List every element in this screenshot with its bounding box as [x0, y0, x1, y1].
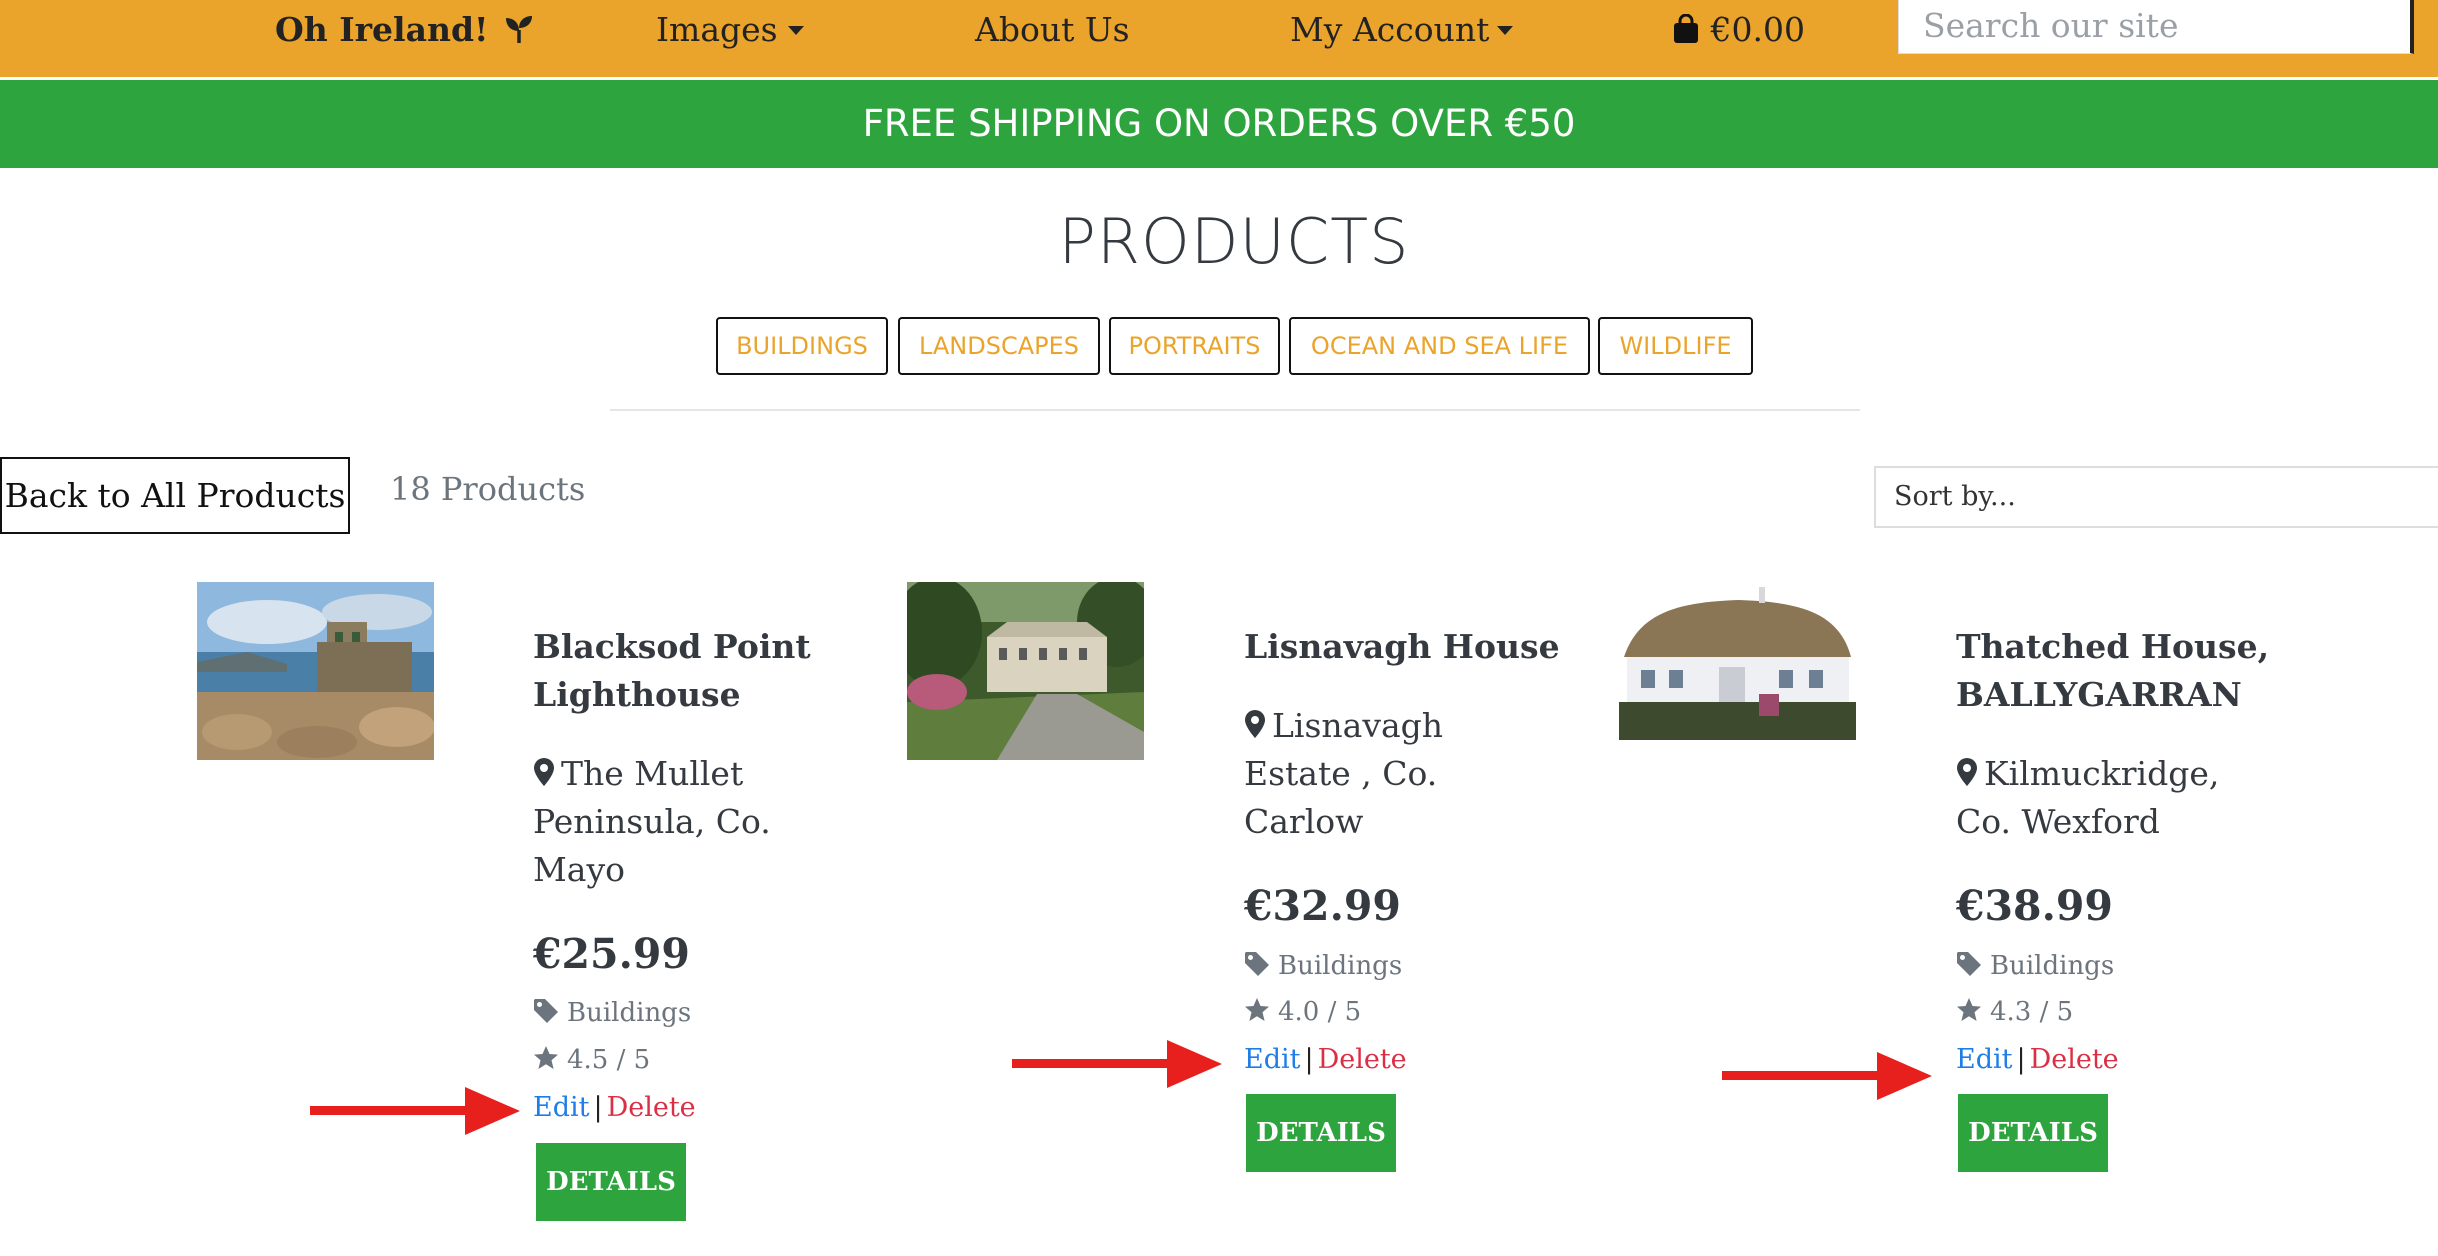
product-count: 18 Products — [390, 470, 586, 508]
annotation-arrow-icon — [1012, 1040, 1222, 1088]
map-marker-icon — [534, 758, 554, 786]
location-line: The Mullet — [561, 754, 744, 793]
tag-icon — [1957, 952, 1981, 976]
product-category[interactable]: Buildings — [1244, 951, 1402, 981]
product-admin-actions: Edit | Delete — [1956, 1044, 2119, 1075]
location-line: Kilmuckridge, — [1984, 754, 2220, 793]
nav-account-dropdown[interactable]: My Account — [1290, 10, 1514, 49]
chevron-down-icon — [787, 26, 804, 35]
product-image-lisnavagh-house[interactable] — [907, 582, 1144, 760]
product-image-blacksod-lighthouse[interactable] — [197, 582, 434, 760]
product-location: The Mullet Peninsula, Co. Mayo — [533, 750, 771, 894]
location-line: Peninsula, Co. — [533, 802, 771, 841]
product-name-line: Lisnavagh House — [1244, 627, 1560, 666]
separator: | — [2016, 1044, 2026, 1075]
delete-link[interactable]: Delete — [1318, 1044, 1407, 1075]
product-name-line: BALLYGARRAN — [1956, 675, 2242, 714]
location-line: Mayo — [533, 850, 625, 889]
details-button[interactable]: DETAILS — [1958, 1094, 2108, 1172]
product-name[interactable]: Thatched House, BALLYGARRAN — [1956, 623, 2269, 719]
product-location: Lisnavagh Estate , Co. Carlow — [1244, 702, 1443, 846]
product-price: €38.99 — [1956, 882, 2113, 930]
delete-link[interactable]: Delete — [2030, 1044, 2119, 1075]
location-line: Lisnavagh — [1272, 706, 1444, 745]
delete-link[interactable]: Delete — [607, 1092, 696, 1123]
cart-link[interactable]: €0.00 — [1672, 10, 1805, 49]
category-label: Buildings — [1990, 951, 2115, 981]
separator: | — [1304, 1044, 1314, 1075]
product-admin-actions: Edit | Delete — [1244, 1044, 1407, 1075]
category-wildlife-button[interactable]: WILDLIFE — [1598, 317, 1753, 375]
annotation-arrow-icon — [1722, 1052, 1932, 1100]
seedling-icon — [506, 16, 533, 43]
free-shipping-banner: FREE SHIPPING ON ORDERS OVER €50 — [0, 80, 2438, 168]
edit-link[interactable]: Edit — [1244, 1044, 1300, 1075]
edit-link[interactable]: Edit — [533, 1092, 589, 1123]
nav-images-label: Images — [656, 10, 778, 49]
page-title: PRODUCTS — [1058, 205, 1410, 278]
back-to-all-products-button[interactable]: Back to All Products — [0, 457, 350, 534]
product-category[interactable]: Buildings — [1956, 951, 2114, 981]
tag-icon — [534, 999, 558, 1023]
details-button[interactable]: DETAILS — [536, 1143, 686, 1221]
cart-total: €0.00 — [1710, 10, 1805, 49]
divider — [610, 409, 1860, 411]
star-icon — [1245, 998, 1269, 1021]
rating-value: 4.3 / 5 — [1990, 997, 2074, 1027]
product-location: Kilmuckridge, Co. Wexford — [1956, 750, 2219, 846]
category-label: Buildings — [567, 998, 692, 1028]
nav-account-label: My Account — [1290, 10, 1490, 49]
nav-images-dropdown[interactable]: Images — [656, 10, 804, 49]
product-image-thatched-house[interactable] — [1619, 582, 1856, 740]
map-marker-icon — [1245, 710, 1265, 738]
nav-about-link[interactable]: About Us — [975, 10, 1130, 49]
star-icon — [534, 1046, 558, 1069]
product-name-line: Blacksod Point — [533, 627, 811, 666]
edit-link[interactable]: Edit — [1956, 1044, 2012, 1075]
search-input[interactable] — [1898, 0, 2414, 54]
category-ocean-sea-life-button[interactable]: OCEAN AND SEA LIFE — [1289, 317, 1590, 375]
product-price: €32.99 — [1244, 882, 1401, 930]
location-line: Estate , Co. — [1244, 754, 1438, 793]
location-line: Carlow — [1244, 802, 1364, 841]
product-name-line: Thatched House, — [1956, 627, 2270, 666]
tag-icon — [1245, 952, 1269, 976]
category-portraits-button[interactable]: PORTRAITS — [1109, 317, 1280, 375]
rating-value: 4.5 / 5 — [567, 1045, 651, 1075]
brand-label: Oh Ireland! — [275, 10, 489, 49]
separator: | — [593, 1092, 603, 1123]
shopping-bag-icon — [1674, 13, 1698, 43]
map-marker-icon — [1957, 758, 1977, 786]
details-button[interactable]: DETAILS — [1246, 1094, 1396, 1172]
chevron-down-icon — [1497, 26, 1514, 35]
product-rating: 4.0 / 5 — [1244, 997, 1361, 1027]
category-label: Buildings — [1278, 951, 1403, 981]
product-rating: 4.3 / 5 — [1956, 997, 2073, 1027]
product-price: €25.99 — [533, 930, 690, 978]
sort-select[interactable]: Sort by... — [1874, 466, 2438, 528]
category-buildings-button[interactable]: BUILDINGS — [716, 317, 888, 375]
top-navbar: Oh Ireland! Images About Us My Account €… — [0, 0, 2438, 77]
star-icon — [1957, 998, 1981, 1021]
location-line: Co. Wexford — [1956, 802, 2160, 841]
product-name[interactable]: Lisnavagh House — [1244, 623, 1560, 671]
product-rating: 4.5 / 5 — [533, 1045, 650, 1075]
product-name-line: Lighthouse — [533, 675, 741, 714]
product-category[interactable]: Buildings — [533, 998, 691, 1028]
product-name[interactable]: Blacksod Point Lighthouse — [533, 623, 811, 719]
product-admin-actions: Edit | Delete — [533, 1092, 696, 1123]
rating-value: 4.0 / 5 — [1278, 997, 1362, 1027]
category-landscapes-button[interactable]: LANDSCAPES — [898, 317, 1100, 375]
annotation-arrow-icon — [310, 1087, 520, 1135]
brand-link[interactable]: Oh Ireland! — [275, 10, 534, 49]
